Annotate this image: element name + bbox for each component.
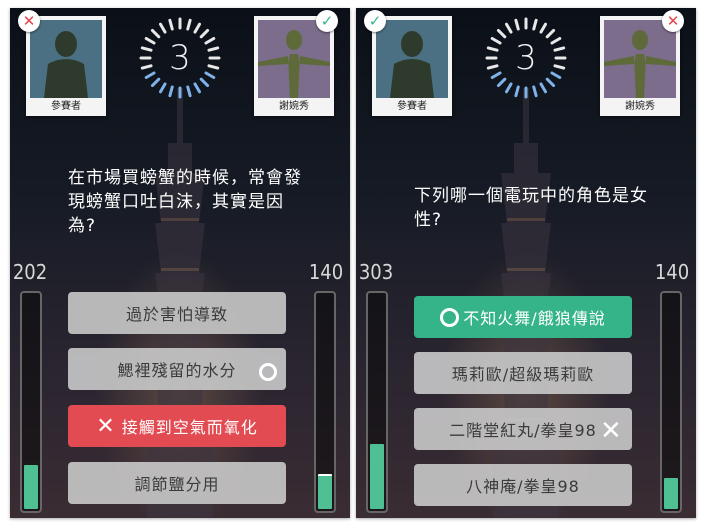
person-silhouette-icon [44,31,88,98]
answer-label: 不知火舞/餓狼傳說 [463,309,606,328]
answer-option-4[interactable]: 八神庵/拳皇98 [414,464,632,506]
opponent-name: 謝婉秀 [279,101,309,112]
answer-label: 二階堂紅丸/拳皇98 [449,421,597,440]
countdown-number: 3 [169,38,191,78]
answer-label: 接觸到空氣而氧化 [121,418,258,437]
quiz-screen-right: 參賽者 ✓ 3 謝婉秀 ✕ 下列哪一個電玩中的角色是女性? 303 140 不知… [356,8,696,518]
woman-silhouette-icon [258,30,330,98]
cross-icon: ✕ [96,413,116,439]
player-name: 參賽者 [51,101,81,112]
check-icon: ✓ [316,10,338,32]
player-score: 202 [12,260,48,284]
player-avatar [30,20,102,98]
answer-label: 八神庵/拳皇98 [466,477,580,496]
x-icon: ✕ [662,10,684,32]
quiz-screen-left: 參賽者 ✕ 3 謝婉秀 ✓ 在市場買螃蟹的時候，常會發現螃蟹口吐白沫，其實是因為… [10,8,350,518]
answer-option-1[interactable]: 不知火舞/餓狼傳說 [414,296,632,338]
countdown-number: 3 [515,38,537,78]
x-icon: ✕ [18,10,40,32]
player-card: 參賽者 [372,16,452,116]
player-avatar [376,20,448,98]
opponent-score-bar [314,291,336,513]
answer-option-4[interactable]: 調節鹽分用 [68,462,286,504]
circle-icon [440,307,460,327]
answer-option-1[interactable]: 過於害怕導致 [68,292,286,334]
player-score-bar [20,291,42,513]
woman-silhouette-icon [604,30,676,98]
opponent-score: 140 [308,260,344,284]
answer-option-2[interactable]: 瑪莉歐/超級瑪莉歐 [414,352,632,394]
opponent-score-fill [664,478,678,509]
answer-label: 瑪莉歐/超級瑪莉歐 [451,365,595,384]
cross-icon: ✕ [600,416,622,446]
question-text: 在市場買螃蟹的時候，常會發現螃蟹口吐白沫，其實是因為? [68,168,302,236]
opponent-score: 140 [654,260,690,284]
player-name: 參賽者 [397,101,427,112]
answer-option-3[interactable]: ✕ 接觸到空氣而氧化 [68,405,286,447]
check-icon: ✓ [364,10,386,32]
opponent-avatar [604,20,676,98]
question-text: 下列哪一個電玩中的角色是女性? [414,186,648,230]
player-score-bar [366,291,388,513]
opponent-avatar [258,20,330,98]
opponent-score-fill [318,474,332,509]
opponent-score-bar [660,291,682,513]
player-score-fill [370,443,384,509]
person-silhouette-icon [390,31,434,98]
answer-label: 過於害怕導致 [125,305,228,324]
answer-label: 調節鹽分用 [134,475,220,494]
player-score-fill [24,465,38,509]
circle-icon [259,363,277,381]
answer-option-2[interactable]: 鰓裡殘留的水分 [68,348,286,390]
player-score: 303 [358,260,394,284]
opponent-name: 謝婉秀 [625,101,655,112]
player-card: 參賽者 [26,16,106,116]
answer-label: 鰓裡殘留的水分 [117,361,237,380]
